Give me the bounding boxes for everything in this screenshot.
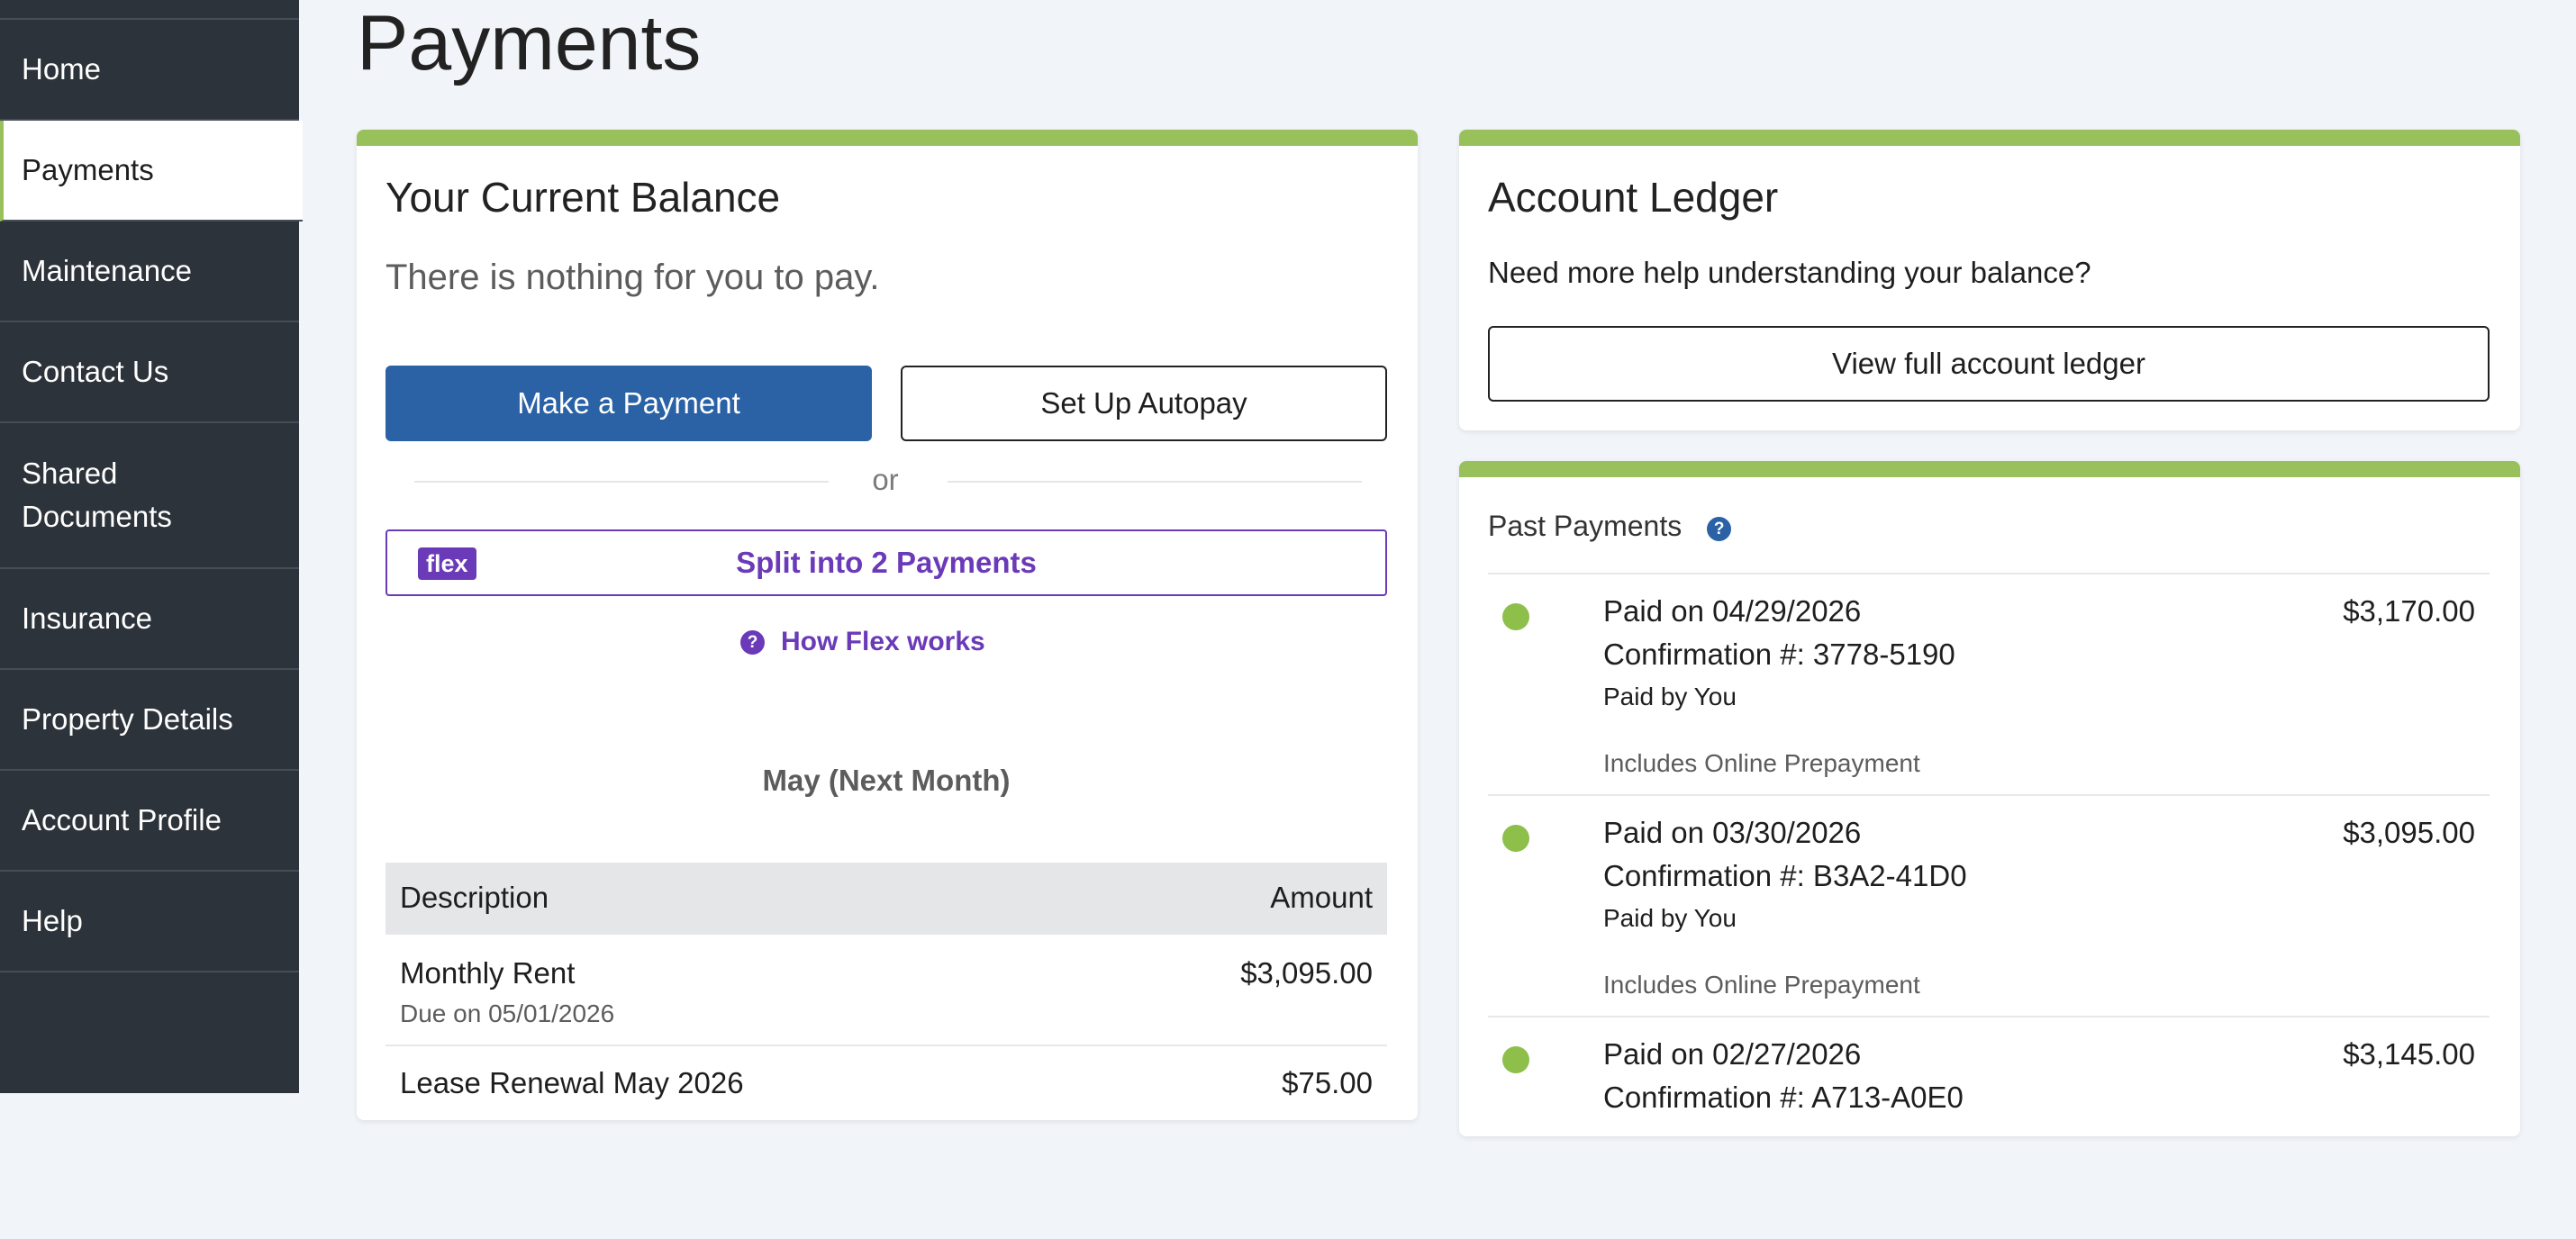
past-payments-title: Past Payments xyxy=(1488,510,1683,542)
charge-due-date: Due on 05/01/2026 xyxy=(400,999,615,1027)
set-up-autopay-button[interactable]: Set Up Autopay xyxy=(901,366,1387,441)
page-title: Payments xyxy=(357,0,702,86)
sidebar-item-label: Shared Documents xyxy=(22,457,172,533)
sidebar-item-label: Home xyxy=(22,52,102,86)
current-balance-title: Your Current Balance xyxy=(385,174,781,221)
flex-logo: flex xyxy=(418,547,476,580)
sidebar-item-insurance[interactable]: Insurance xyxy=(0,569,299,670)
payment-note: Includes Online Prepayment xyxy=(1603,971,1920,999)
sidebar: Home Payments Maintenance Contact Us Sha… xyxy=(0,0,303,1093)
payment-paid-by: Paid by You xyxy=(1603,683,1737,710)
balance-message: There is nothing for you to pay. xyxy=(385,258,880,297)
sidebar-item-home[interactable]: Home xyxy=(0,20,299,121)
past-payments-card: Past Payments ? Paid on 04/29/2026 Confi… xyxy=(1459,461,2520,1136)
payment-amount: $3,145.00 xyxy=(2343,1037,2475,1071)
sidebar-item-label: Payments xyxy=(22,153,154,186)
charge-amount: $75.00 xyxy=(1282,1066,1373,1099)
charge-description: Monthly Rent xyxy=(400,956,576,990)
charge-amount: $3,095.00 xyxy=(1240,956,1373,990)
table-row: Lease Renewal May 2026 $75.00 xyxy=(385,1046,1387,1136)
make-payment-button[interactable]: Make a Payment xyxy=(385,366,872,441)
ledger-help-text: Need more help understanding your balanc… xyxy=(1488,256,2091,289)
help-circle-icon: ? xyxy=(740,629,765,655)
column-header-amount: Amount xyxy=(1270,881,1373,914)
or-text: or xyxy=(872,463,899,496)
sidebar-item-label: Property Details xyxy=(22,702,233,736)
sidebar-item-help[interactable]: Help xyxy=(0,872,299,972)
list-item: Paid on 02/27/2026 Confirmation #: A713-… xyxy=(1488,1017,2490,1239)
status-dot-icon xyxy=(1502,603,1529,630)
split-payments-label: Split into 2 Payments xyxy=(736,546,1037,579)
sidebar-item-property-details[interactable]: Property Details xyxy=(0,670,299,771)
charge-description: Lease Renewal May 2026 xyxy=(400,1066,744,1099)
view-account-ledger-button[interactable]: View full account ledger xyxy=(1488,326,2490,402)
current-balance-card: Your Current Balance There is nothing fo… xyxy=(357,130,1418,1120)
how-flex-works-link[interactable]: ? How Flex works xyxy=(740,627,985,657)
account-ledger-title: Account Ledger xyxy=(1488,174,1779,221)
payment-confirmation: Confirmation #: B3A2-41D0 xyxy=(1603,859,1967,892)
split-payments-button[interactable]: flex Split into 2 Payments xyxy=(385,529,1387,596)
sidebar-item-shared-documents[interactable]: Shared Documents xyxy=(0,423,299,569)
list-item: Paid on 04/29/2026 Confirmation #: 3778-… xyxy=(1488,574,2490,796)
payment-date: Paid on 03/30/2026 xyxy=(1603,816,1862,849)
month-heading: May (Next Month) xyxy=(762,764,1011,797)
sidebar-item-label: Help xyxy=(22,904,83,937)
or-divider: or xyxy=(385,463,1387,499)
payment-confirmation: Confirmation #: A713-A0E0 xyxy=(1603,1081,1964,1114)
list-item: Paid on 03/30/2026 Confirmation #: B3A2-… xyxy=(1488,796,2490,1017)
table-row: Monthly Rent Due on 05/01/2026 $3,095.00 xyxy=(385,935,1387,1046)
past-payments-header: Past Payments ? xyxy=(1488,510,2490,574)
payment-date: Paid on 02/27/2026 xyxy=(1603,1037,1862,1071)
account-ledger-card: Account Ledger Need more help understand… xyxy=(1459,130,2520,430)
help-circle-icon[interactable]: ? xyxy=(1707,517,1732,541)
status-dot-icon xyxy=(1502,825,1529,852)
how-flex-works-label: How Flex works xyxy=(781,627,985,656)
payment-paid-by: Paid by You xyxy=(1603,904,1737,932)
divider-line xyxy=(948,481,1362,483)
sidebar-item-payments[interactable]: Payments xyxy=(0,121,303,222)
sidebar-item-label: Maintenance xyxy=(22,254,192,287)
sidebar-nav: Home Payments Maintenance Contact Us Sha… xyxy=(0,20,303,972)
payment-confirmation: Confirmation #: 3778-5190 xyxy=(1603,638,1955,671)
column-header-description: Description xyxy=(400,881,549,914)
payment-note: Includes Online Prepayment xyxy=(1603,749,1920,777)
sidebar-item-label: Contact Us xyxy=(22,355,169,388)
sidebar-item-account-profile[interactable]: Account Profile xyxy=(0,771,299,872)
sidebar-item-maintenance[interactable]: Maintenance xyxy=(0,222,299,322)
sidebar-item-label: Insurance xyxy=(22,601,152,635)
charges-table-header: Description Amount xyxy=(385,863,1387,935)
sidebar-top-divider xyxy=(0,0,299,20)
payment-date: Paid on 04/29/2026 xyxy=(1603,594,1862,628)
divider-line xyxy=(414,481,829,483)
sidebar-item-contact-us[interactable]: Contact Us xyxy=(0,322,299,423)
payment-amount: $3,095.00 xyxy=(2343,816,2475,849)
sidebar-item-label: Account Profile xyxy=(22,803,222,837)
status-dot-icon xyxy=(1502,1046,1529,1073)
payment-amount: $3,170.00 xyxy=(2343,594,2475,628)
